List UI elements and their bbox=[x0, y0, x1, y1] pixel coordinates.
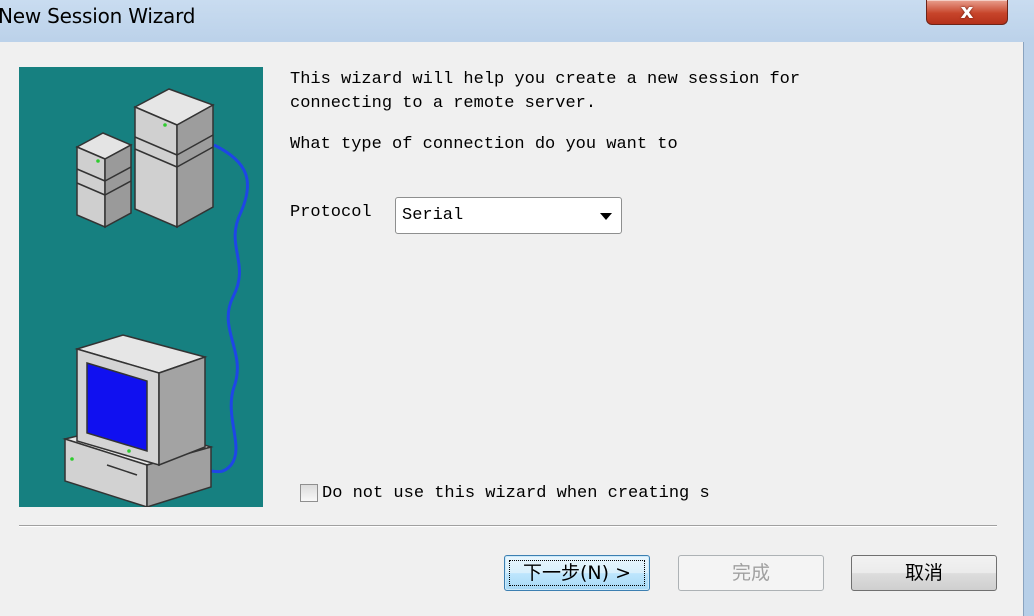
separator bbox=[19, 525, 997, 527]
wizard-window: New Session Wizard x This wizard will he… bbox=[0, 0, 1034, 616]
protocol-select-value: Serial bbox=[402, 206, 464, 225]
intro-text: This wizard will help you create a new s… bbox=[290, 70, 801, 113]
finish-button-label: 完成 bbox=[731, 562, 770, 584]
dropdown-arrow-icon[interactable] bbox=[600, 213, 612, 220]
focus-rect bbox=[509, 560, 645, 586]
protocol-select[interactable]: Serial bbox=[395, 197, 622, 234]
next-button[interactable]: 下一步(N) > bbox=[504, 555, 650, 591]
title-bar[interactable]: New Session Wizard x bbox=[0, 0, 1034, 34]
cancel-button-label: 取消 bbox=[904, 562, 943, 584]
close-button[interactable]: x bbox=[926, 0, 1008, 25]
window-title: New Session Wizard bbox=[0, 4, 196, 28]
close-icon: x bbox=[960, 0, 974, 23]
cancel-button[interactable]: 取消 bbox=[851, 555, 997, 591]
wizard-illustration bbox=[19, 67, 263, 509]
finish-button[interactable]: 完成 bbox=[678, 555, 824, 591]
protocol-label: Protocol bbox=[290, 203, 372, 222]
skip-wizard-checkbox[interactable] bbox=[300, 484, 318, 502]
server-computer-illustration bbox=[62, 88, 250, 509]
skip-wizard-label[interactable]: Do not use this wizard when creating s bbox=[322, 484, 710, 503]
connection-question: What type of connection do you want to bbox=[290, 135, 678, 154]
